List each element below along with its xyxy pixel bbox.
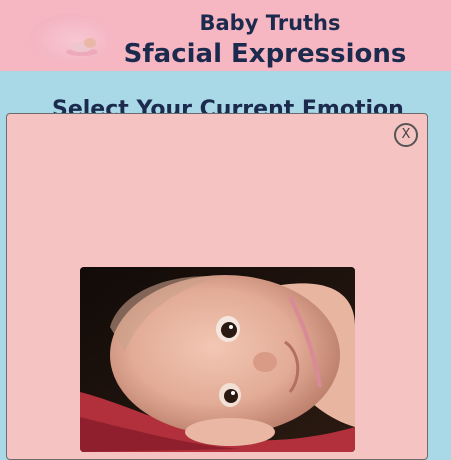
baby-photo-image xyxy=(80,267,355,452)
site-title: Baby Truths xyxy=(199,11,341,35)
site-subtitle: Sfacial Expressions xyxy=(123,39,407,69)
site-header: Baby Truths Sfacial Expressions xyxy=(0,0,451,71)
image-modal: X xyxy=(6,113,428,460)
sleeping-baby-logo-icon xyxy=(30,14,112,62)
modal-close-button[interactable]: X xyxy=(394,123,418,147)
